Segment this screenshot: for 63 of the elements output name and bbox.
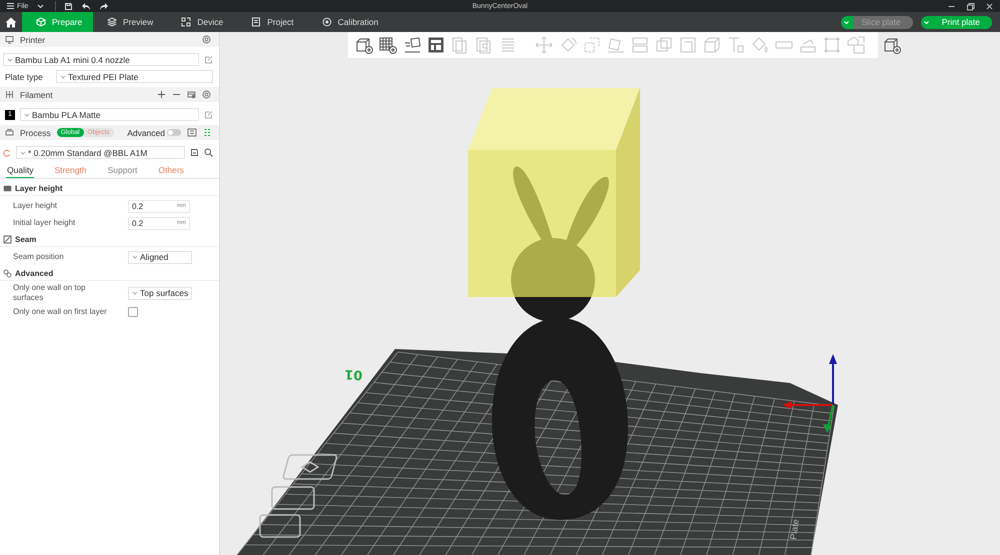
- select-field[interactable]: Bambu PLA Matte: [20, 108, 199, 121]
- restore-icon[interactable]: [966, 2, 975, 10]
- menu-icon[interactable]: [6, 2, 15, 10]
- select-field[interactable]: Textured PEI Plate: [56, 70, 213, 83]
- plate-number: 01: [344, 366, 363, 382]
- chevron-down-icon: [60, 74, 66, 80]
- settings-icon[interactable]: [202, 90, 211, 99]
- tab[interactable]: Quality: [6, 163, 34, 178]
- monitor-icon: [5, 35, 14, 44]
- tab[interactable]: Project: [237, 12, 308, 32]
- grid-plus-icon[interactable]: [378, 35, 398, 55]
- tab[interactable]: Support: [106, 163, 138, 178]
- chevron-down-icon: [132, 290, 138, 296]
- chevron-down-icon: [7, 56, 13, 62]
- tab[interactable]: Preview: [93, 12, 168, 32]
- edit-icon[interactable]: [204, 110, 213, 119]
- document-icon: [251, 17, 262, 27]
- section-title: Printer: [20, 34, 46, 44]
- select-field[interactable]: Top surfaces: [128, 286, 192, 300]
- select-field[interactable]: Aligned: [128, 250, 192, 264]
- search-icon[interactable]: [204, 148, 213, 157]
- cube-icon: [36, 17, 46, 27]
- chevron-down-icon[interactable]: [36, 2, 46, 10]
- section-title: Filament: [20, 90, 53, 100]
- select-field[interactable]: Bambu Lab A1 mini 0.4 nozzle: [3, 53, 199, 66]
- bed-label: Plate: [788, 518, 801, 540]
- toggle-label: Advanced: [127, 128, 165, 138]
- device-icon: [181, 17, 192, 27]
- tab[interactable]: Calibration: [308, 12, 392, 32]
- target-icon: [322, 17, 332, 27]
- dropdown-button[interactable]: [840, 16, 852, 28]
- chevron-down-icon: [843, 18, 850, 26]
- dropdown-button[interactable]: [920, 16, 933, 28]
- list-icon[interactable]: [187, 128, 197, 137]
- undo-icon[interactable]: [81, 2, 92, 10]
- toggle-switch[interactable]: [167, 129, 181, 136]
- arrange-icon[interactable]: [402, 35, 422, 55]
- setting-label: Layer height: [13, 201, 58, 211]
- redo-icon[interactable]: [99, 2, 110, 10]
- edit-icon[interactable]: [204, 55, 213, 64]
- setting-label: Initial layer height: [13, 218, 76, 228]
- home-icon: [5, 16, 17, 28]
- section-title: Seam: [15, 234, 36, 244]
- section-title: Layer height: [15, 184, 63, 192]
- chevron-down-icon: [20, 150, 26, 156]
- select-field[interactable]: * 0.20mm Standard @BBL A1M: [16, 146, 185, 159]
- chevron-down-icon: [132, 254, 138, 260]
- setting-label: Only one wall on first layer: [13, 307, 108, 317]
- section-title: Process: [20, 128, 51, 138]
- checkbox[interactable]: [128, 307, 138, 317]
- setting-label: Seam position: [13, 252, 65, 262]
- add-icon[interactable]: [157, 90, 166, 99]
- chevron-down-icon: [24, 112, 30, 118]
- layout-icon[interactable]: [426, 35, 446, 55]
- save-icon[interactable]: [190, 148, 199, 157]
- reset-icon[interactable]: [3, 148, 11, 156]
- chevron-down-icon: [923, 18, 930, 26]
- settings-icon[interactable]: [202, 35, 211, 44]
- section-title: Advanced: [15, 268, 54, 278]
- field-label: Plate type: [4, 72, 44, 82]
- close-icon[interactable]: [985, 2, 994, 10]
- tab[interactable]: Device: [167, 12, 238, 32]
- setting-label: Only one wall on top surfaces: [13, 283, 86, 303]
